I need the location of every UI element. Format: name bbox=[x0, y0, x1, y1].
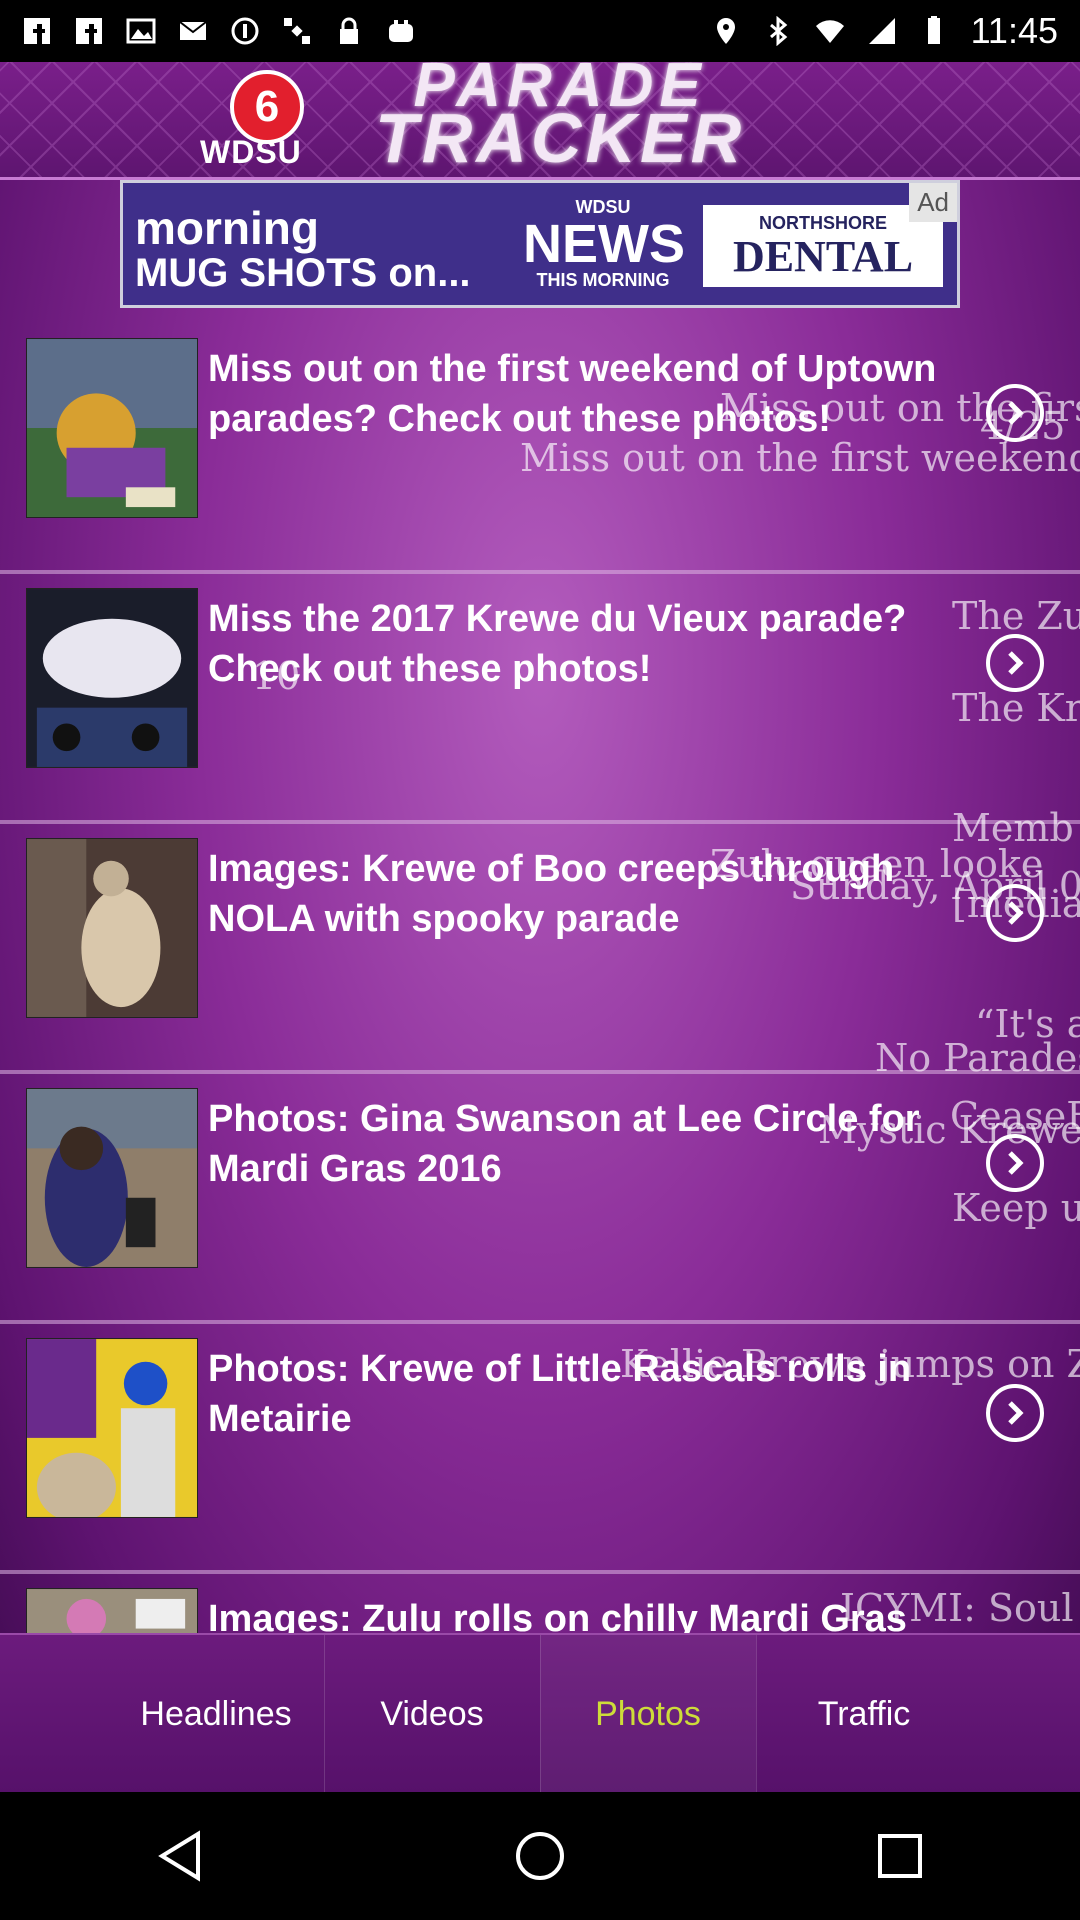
ad-sponsor-line2: DENTAL bbox=[732, 232, 914, 281]
chevron-right-icon[interactable] bbox=[986, 884, 1044, 942]
tab-videos[interactable]: Videos bbox=[323, 1635, 540, 1792]
app-title: PARADE TRACKER bbox=[375, 62, 746, 177]
notification-icons bbox=[22, 16, 416, 46]
advertisement-banner[interactable]: morning MUG SHOTS on... WDSU NEWS THIS M… bbox=[120, 180, 960, 308]
ghost-text: The Kre bbox=[952, 686, 1080, 730]
ghost-text: 10 bbox=[252, 654, 301, 698]
app-header-banner: 6 WDSU PARADE TRACKER bbox=[0, 62, 1080, 180]
clock: 11:45 bbox=[970, 10, 1058, 51]
tab-headlines[interactable]: Headlines bbox=[109, 1635, 324, 1792]
bluetooth-icon bbox=[769, 16, 787, 46]
ad-left-text: morning MUG SHOTS on... bbox=[135, 201, 471, 296]
tab-traffic[interactable]: Traffic bbox=[755, 1635, 972, 1792]
ad-sub-text: THIS MORNING bbox=[536, 270, 670, 290]
ad-mugshots-text: MUG SHOTS on... bbox=[135, 251, 471, 295]
headline: Miss the 2017 Krewe du Vieux parade? Che… bbox=[208, 598, 907, 690]
chevron-right-icon[interactable] bbox=[986, 384, 1044, 442]
camera-icon bbox=[231, 17, 259, 45]
signal-icon bbox=[868, 18, 895, 44]
chevron-right-icon[interactable] bbox=[986, 634, 1044, 692]
ad-morning-text: morning bbox=[135, 202, 319, 254]
ad-news-text: NEWS bbox=[523, 214, 685, 274]
ad-news-logo: WDSU NEWS THIS MORNING bbox=[523, 197, 685, 291]
ad-sponsor: NORTHSHORE DENTAL bbox=[703, 205, 943, 287]
list-item[interactable]: Miss the 2017 Krewe du Vieux parade? Che… bbox=[0, 574, 1080, 824]
ad-tag: Ad bbox=[909, 183, 957, 222]
ad-sponsor-line1: NORTHSHORE bbox=[758, 213, 887, 233]
list-item[interactable]: Photos: Gina Swanson at Lee Circle for M… bbox=[0, 1002, 1080, 1324]
system-navigation-bar bbox=[0, 1792, 1080, 1920]
battery-icon bbox=[927, 16, 940, 44]
facebook-icon bbox=[76, 18, 102, 44]
image-icon bbox=[126, 18, 156, 44]
logo-text: WDSU bbox=[200, 134, 302, 170]
ghost-text: No Parades bbox=[875, 1036, 1080, 1080]
lock-icon bbox=[340, 17, 358, 44]
mail-icon bbox=[179, 21, 207, 40]
wifi-icon bbox=[815, 20, 844, 43]
title-line2: TRACKER bbox=[375, 99, 746, 177]
satellite-icon bbox=[284, 18, 310, 44]
home-button[interactable] bbox=[500, 1816, 580, 1896]
recents-button[interactable] bbox=[860, 1816, 940, 1896]
ghost-text: Kellie Brown jumps on Z bbox=[620, 1342, 1080, 1386]
list-item[interactable]: Photos: Krewe of Little Rascals rolls in… bbox=[0, 1324, 1080, 1574]
recents-icon bbox=[878, 1834, 922, 1878]
back-button[interactable] bbox=[140, 1816, 220, 1896]
app-content: 6 WDSU PARADE TRACKER morning MUG SHOTS … bbox=[0, 62, 1080, 1792]
thumbnail-image bbox=[26, 1088, 198, 1268]
ghost-text: Memb bbox=[952, 806, 1074, 850]
ghost-text: Keep u bbox=[952, 1186, 1080, 1230]
back-icon bbox=[158, 1830, 200, 1882]
thumbnail-image bbox=[26, 1338, 198, 1518]
cloud-icon bbox=[389, 20, 413, 42]
facebook-icon bbox=[24, 18, 50, 44]
bottom-tab-bar: Headlines Videos Photos Traffic bbox=[0, 1633, 1080, 1792]
tab-photos[interactable]: Photos bbox=[539, 1635, 756, 1792]
list-item[interactable]: Miss out on the first weekend of Uptown … bbox=[0, 324, 1080, 574]
photo-gallery-list[interactable]: Miss out on the first weekend of Uptown … bbox=[0, 324, 1080, 1694]
ghost-text: CeaseF bbox=[950, 1094, 1080, 1138]
chevron-right-icon[interactable] bbox=[986, 1384, 1044, 1442]
ghost-text: ICYMI: Soul C bbox=[840, 1586, 1080, 1630]
thumbnail-image bbox=[26, 588, 198, 768]
system-icons: 11:45 bbox=[711, 10, 1058, 52]
thumbnail-image bbox=[26, 838, 198, 1018]
ghost-text: The Zu bbox=[952, 594, 1080, 638]
location-icon bbox=[716, 18, 735, 44]
logo-number: 6 bbox=[230, 70, 304, 144]
wdsu-logo: 6 WDSU bbox=[200, 70, 350, 170]
thumbnail-image bbox=[26, 338, 198, 518]
home-icon bbox=[516, 1832, 564, 1880]
status-bar: 11:45 bbox=[0, 0, 1080, 62]
chevron-right-icon[interactable] bbox=[986, 1134, 1044, 1192]
